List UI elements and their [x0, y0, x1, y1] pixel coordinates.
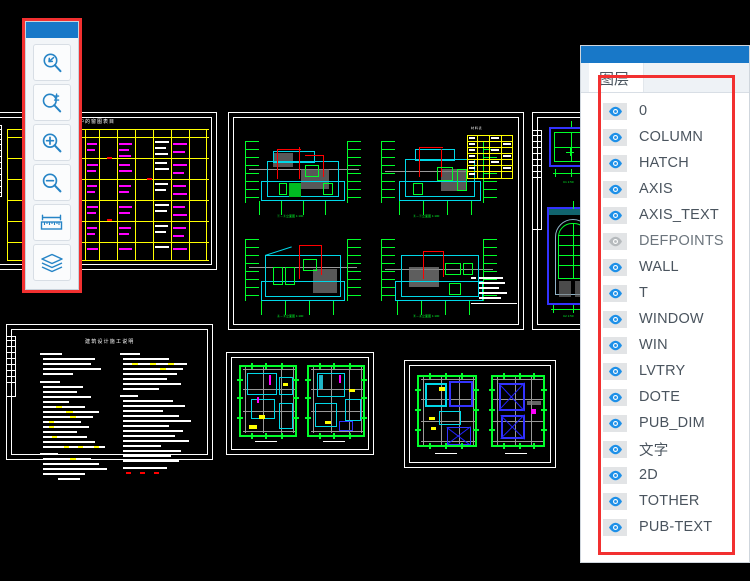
layer-row[interactable]: WALL	[581, 254, 749, 280]
elevation-notes	[471, 277, 517, 305]
floorplan-c	[415, 371, 481, 457]
layer-name: WALL	[639, 259, 679, 275]
eye-visible-icon[interactable]	[603, 336, 627, 354]
layer-row[interactable]: HATCH	[581, 150, 749, 176]
sheet-binder	[532, 130, 542, 230]
layer-panel-tabs: 图层	[581, 63, 749, 93]
eye-visible-icon[interactable]	[603, 466, 627, 484]
layer-name: HATCH	[639, 155, 689, 171]
layer-row[interactable]: PUB_DIM	[581, 410, 749, 436]
toolbar-highlight-box	[22, 18, 82, 293]
floorplan-a	[237, 363, 299, 445]
layer-row[interactable]: AXIS	[581, 176, 749, 202]
eye-visible-icon[interactable]	[603, 180, 627, 198]
layer-name: PUB-TEXT	[639, 519, 713, 535]
layer-row[interactable]: 0	[581, 98, 749, 124]
layer-name: WIN	[639, 337, 668, 353]
layer-name: 2D	[639, 467, 658, 483]
layer-row[interactable]: 2D	[581, 462, 749, 488]
elevation-legend-table: 材 料 表	[467, 127, 513, 181]
eye-visible-icon[interactable]	[603, 310, 627, 328]
eye-visible-icon[interactable]	[603, 258, 627, 276]
layer-row[interactable]: DEFPOINTS	[581, 228, 749, 254]
elevation-1: ①－⑤立面图 1:100	[243, 129, 363, 218]
eye-hidden-icon[interactable]	[603, 232, 627, 250]
tab-layers-label: 图层	[599, 71, 630, 88]
layer-name: DEFPOINTS	[639, 233, 724, 249]
layer-name: 0	[639, 103, 648, 119]
layer-panel-title-bar[interactable]	[581, 46, 749, 63]
sheet-binder	[6, 335, 16, 398]
eye-visible-icon[interactable]	[603, 284, 627, 302]
layer-name: AXIS	[639, 181, 673, 197]
layer-name: LVTRY	[639, 363, 686, 379]
layer-row[interactable]: WIN	[581, 332, 749, 358]
drawing-floorplan-sheet-2[interactable]	[404, 360, 556, 468]
layer-name: WINDOW	[639, 311, 704, 327]
cad-application-window: 住宅中的窗图表目 ①－⑤立面图 1:100 ⑤－①立面图 1:100 材 料 表…	[0, 0, 750, 581]
sheet-frame	[11, 329, 208, 455]
layer-row[interactable]: LVTRY	[581, 358, 749, 384]
eye-visible-icon[interactable]	[603, 414, 627, 432]
floorplan-d	[487, 371, 549, 457]
drawing-floorplan-sheet-1[interactable]	[226, 352, 374, 455]
layer-list[interactable]: 0 COLUMN HATCH AXIS AXIS_TEXT DEFPOINTS WALL T W…	[581, 93, 749, 562]
eye-visible-icon[interactable]	[603, 440, 627, 458]
tab-blank[interactable]	[643, 63, 749, 92]
layer-name: DOTE	[639, 389, 681, 405]
floorplan-b	[305, 363, 367, 445]
elevation-3: Ⓐ－Ⓔ立面图 1:100	[243, 229, 363, 319]
layer-row[interactable]: WINDOW	[581, 306, 749, 332]
layer-row[interactable]: 文字	[581, 436, 749, 462]
eye-visible-icon[interactable]	[603, 362, 627, 380]
layer-name: TOTHER	[639, 493, 700, 509]
layer-row[interactable]: PUB-TEXT	[581, 514, 749, 540]
layer-name: AXIS_TEXT	[639, 207, 719, 223]
eye-visible-icon[interactable]	[603, 154, 627, 172]
drawing-elevation-sheet[interactable]: ①－⑤立面图 1:100 ⑤－①立面图 1:100 材 料 表 Ⓐ－Ⓔ立面图 1…	[228, 112, 524, 330]
eye-visible-icon[interactable]	[603, 388, 627, 406]
layer-name: 文字	[639, 442, 669, 459]
layer-row[interactable]: DOTE	[581, 384, 749, 410]
tab-layers[interactable]: 图层	[589, 63, 644, 92]
layer-row[interactable]: AXIS_TEXT	[581, 202, 749, 228]
layer-name: T	[639, 285, 649, 301]
eye-visible-icon[interactable]	[603, 492, 627, 510]
eye-visible-icon[interactable]	[603, 206, 627, 224]
drawing-notes-sheet[interactable]: 建筑设计施工说明	[6, 324, 213, 480]
sheet-binder	[0, 125, 2, 198]
eye-visible-icon[interactable]	[603, 128, 627, 146]
elevation-4: Ⓔ－Ⓐ立面图 1:100	[379, 229, 499, 319]
layer-row[interactable]: TOTHER	[581, 488, 749, 514]
eye-visible-icon[interactable]	[603, 102, 627, 120]
layer-row[interactable]: COLUMN	[581, 124, 749, 150]
eye-visible-icon[interactable]	[603, 518, 627, 536]
canvas-fragment	[570, 148, 571, 156]
layer-panel[interactable]: 图层 0 COLUMN HATCH AXIS AXIS_TEXT DEFPOINTS WAL…	[580, 45, 750, 563]
layer-name: PUB_DIM	[639, 415, 705, 431]
layer-name: COLUMN	[639, 129, 704, 145]
layer-row[interactable]: T	[581, 280, 749, 306]
